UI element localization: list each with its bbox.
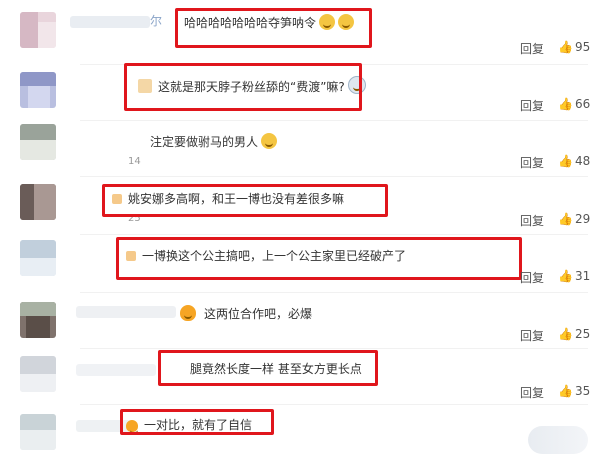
reply-button[interactable]: 回复	[520, 212, 544, 229]
username-blurred[interactable]	[76, 364, 156, 376]
thumb-up-icon: 👍	[558, 212, 573, 226]
avatar[interactable]	[20, 414, 56, 450]
like-button[interactable]: 👍 35	[558, 384, 590, 398]
like-button[interactable]: 👍 31	[558, 269, 590, 283]
avatar[interactable]	[20, 356, 56, 392]
highlight-box	[116, 237, 522, 280]
comment-text-content: 这两位合作吧，必爆	[204, 307, 313, 321]
reply-button[interactable]: 回复	[520, 40, 544, 57]
like-count: 29	[574, 212, 591, 226]
highlight-box	[124, 63, 362, 111]
laugh-emoji-icon	[261, 133, 278, 149]
watermark	[528, 426, 588, 454]
avatar[interactable]	[20, 124, 56, 160]
reply-button[interactable]: 回复	[520, 97, 544, 114]
like-count: 25	[574, 327, 591, 341]
thumb-up-icon: 👍	[558, 327, 573, 341]
like-button[interactable]: 👍 66	[558, 97, 590, 111]
username-tail: 尔	[150, 14, 163, 28]
reply-button[interactable]: 回复	[520, 269, 544, 286]
thumb-up-icon: 👍	[558, 97, 573, 111]
thumb-up-icon: 👍	[558, 384, 573, 398]
username-blurred[interactable]	[76, 306, 176, 318]
like-count: 95	[574, 40, 591, 54]
divider	[80, 176, 588, 177]
highlight-box	[175, 8, 372, 48]
reply-button[interactable]: 回复	[520, 384, 544, 401]
fire-emoji-icon	[180, 305, 196, 321]
reply-button[interactable]: 回复	[520, 327, 544, 344]
comment-text: 这两位合作吧，必爆	[180, 305, 312, 322]
reply-button[interactable]: 回复	[520, 154, 544, 171]
divider	[80, 120, 588, 121]
highlight-box	[158, 350, 378, 386]
timestamp-fragment: 14	[128, 156, 141, 167]
avatar[interactable]	[20, 184, 56, 220]
avatar[interactable]	[20, 240, 56, 276]
like-button[interactable]: 👍 95	[558, 40, 590, 54]
like-count: 35	[574, 384, 591, 398]
avatar[interactable]	[20, 302, 56, 338]
divider	[80, 404, 588, 405]
avatar[interactable]	[20, 12, 56, 48]
username-blurred[interactable]	[70, 16, 150, 28]
like-button[interactable]: 👍 48	[558, 154, 590, 168]
avatar[interactable]	[20, 72, 56, 108]
thumb-up-icon: 👍	[558, 40, 573, 54]
like-button[interactable]: 👍 25	[558, 327, 590, 341]
highlight-box	[120, 409, 274, 435]
divider	[80, 292, 588, 293]
like-count: 31	[574, 269, 591, 283]
divider	[80, 348, 588, 349]
divider	[80, 234, 588, 235]
thumb-up-icon: 👍	[558, 269, 573, 283]
like-count: 48	[574, 154, 591, 168]
comment-text: 注定要做驸马的男人	[150, 133, 278, 150]
like-count: 66	[574, 97, 591, 111]
highlight-box	[102, 184, 388, 217]
like-button[interactable]: 👍 29	[558, 212, 590, 226]
thumb-up-icon: 👍	[558, 154, 573, 168]
comment-text-content: 注定要做驸马的男人	[150, 135, 259, 149]
